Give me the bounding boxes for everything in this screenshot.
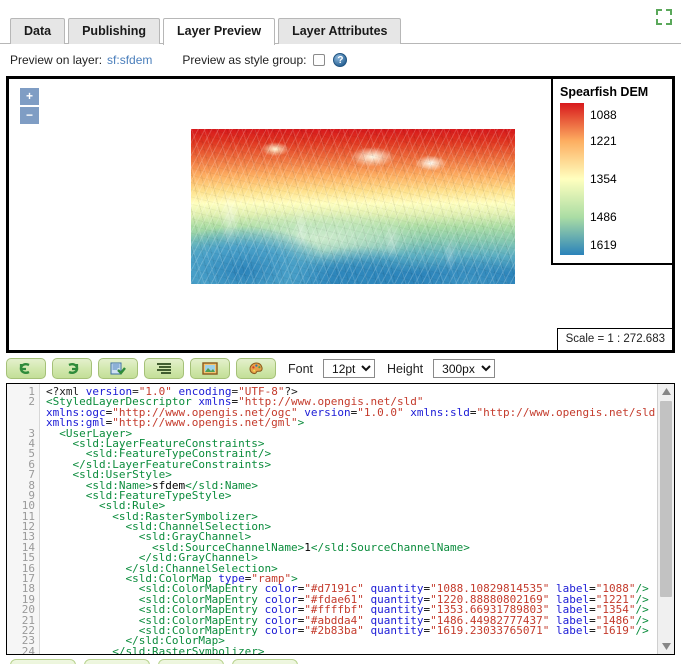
undo-button[interactable] (6, 358, 46, 379)
tab-bar: Data Publishing Layer Preview Layer Attr… (0, 8, 681, 44)
preview-as-style-group-label: Preview as style group: (182, 53, 306, 67)
legend-label: 1619 (590, 239, 617, 251)
zoom-controls: + − (20, 88, 39, 126)
preview-image-button[interactable] (190, 358, 230, 379)
zoom-in-button[interactable]: + (20, 88, 39, 105)
document-check-icon (110, 362, 126, 376)
preview-on-layer-label: Preview on layer: (10, 53, 102, 67)
scroll-down-arrow-icon[interactable] (658, 639, 674, 654)
line-number: 2 (7, 397, 35, 407)
bottom-button-4[interactable] (232, 659, 298, 664)
scale-indicator: Scale = 1 : 272.683 (557, 328, 672, 350)
redo-arrow-icon (64, 362, 80, 376)
align-lines-icon (156, 362, 172, 375)
layer-name-link[interactable]: sf:sfdem (107, 53, 152, 67)
height-label: Height (387, 362, 423, 376)
code-line: xmlns:gml="http://www.opengis.net/gml"> (46, 418, 674, 428)
bottom-button-3[interactable] (158, 659, 224, 664)
editor-scrollbar[interactable] (657, 384, 674, 654)
bottom-button-2[interactable] (84, 659, 150, 664)
legend-title: Spearfish DEM (560, 85, 667, 99)
style-palette-button[interactable] (236, 358, 276, 379)
line-number (7, 408, 35, 418)
legend-label: 1354 (590, 173, 617, 185)
validate-button[interactable] (98, 358, 138, 379)
tab-layer-attributes[interactable]: Layer Attributes (278, 18, 401, 44)
palette-icon (249, 362, 264, 376)
redo-button[interactable] (52, 358, 92, 379)
height-select[interactable]: 200px300px400px500px (433, 359, 495, 378)
font-label: Font (288, 362, 313, 376)
style-group-checkbox[interactable] (313, 54, 325, 66)
undo-arrow-icon (18, 362, 34, 376)
legend-label: 1221 (590, 135, 617, 147)
dem-raster-image (191, 129, 515, 284)
picture-icon (202, 362, 218, 375)
tab-layer-preview[interactable]: Layer Preview (163, 18, 275, 45)
tab-publishing[interactable]: Publishing (68, 18, 160, 44)
bottom-button-bar (0, 655, 681, 664)
help-icon[interactable]: ? (333, 53, 347, 67)
line-number-gutter: 1234567891011121314151617181920212223242… (7, 384, 40, 654)
tab-data[interactable]: Data (10, 18, 65, 44)
map-legend: Spearfish DEM 1088 1221 1354 1486 1619 (551, 79, 672, 265)
legend-labels: 1088 1221 1354 1486 1619 (590, 103, 660, 255)
legend-label: 1486 (590, 211, 617, 223)
preview-options-row: Preview on layer: sf:sfdem Preview as st… (0, 44, 681, 76)
map-preview-panel[interactable]: + − Spearfish DEM 1088 1221 1354 1486 1619 S… (6, 76, 675, 353)
editor-toolbar: Font 8pt10pt12pt14pt16pt Height 200px300… (0, 353, 681, 383)
line-number: 24 (7, 647, 35, 655)
scroll-up-arrow-icon[interactable] (658, 384, 674, 399)
code-line: </sld:RasterSymbolizer> (46, 647, 674, 654)
zoom-out-button[interactable]: − (20, 107, 39, 124)
legend-color-bar (560, 103, 584, 255)
code-content[interactable]: <?xml version="1.0" encoding="UTF-8"?><S… (40, 384, 674, 654)
scrollbar-thumb[interactable] (660, 401, 672, 597)
legend-label: 1088 (590, 109, 617, 121)
bottom-button-1[interactable] (10, 659, 76, 664)
expand-fullscreen-icon[interactable] (655, 8, 673, 26)
format-button[interactable] (144, 358, 184, 379)
font-size-select[interactable]: 8pt10pt12pt14pt16pt (323, 359, 375, 378)
sld-code-editor[interactable]: 1234567891011121314151617181920212223242… (6, 383, 675, 655)
